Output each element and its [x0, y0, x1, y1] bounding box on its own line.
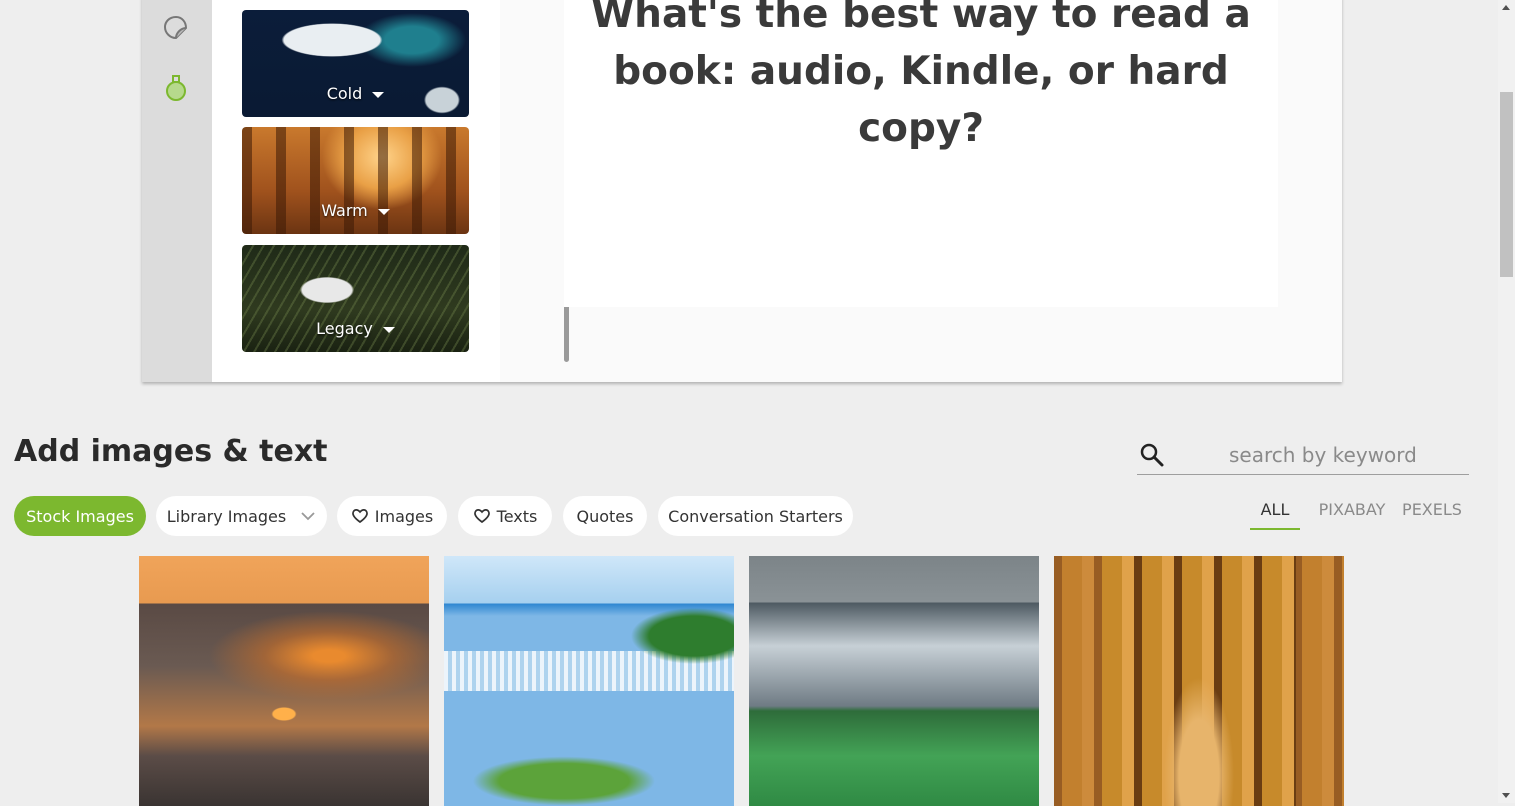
filter-label-warm: Warm — [242, 201, 469, 220]
scroll-up-icon[interactable] — [1502, 5, 1510, 10]
stock-image-autumn-path[interactable] — [1054, 556, 1344, 806]
sticker-icon[interactable] — [162, 14, 190, 42]
chip-stock-images[interactable]: Stock Images — [14, 496, 146, 536]
scrollbar-thumb[interactable] — [1500, 92, 1513, 277]
chip-liked-images[interactable]: Images — [337, 496, 447, 536]
flask-icon[interactable] — [162, 74, 190, 102]
slide-canvas[interactable]: What's the best way to read a book: audi… — [564, 0, 1278, 307]
scroll-down-icon[interactable] — [1502, 793, 1510, 798]
chip-label: Library Images — [166, 506, 287, 526]
chip-label: Conversation Starters — [668, 506, 843, 526]
stock-image-waterfall[interactable] — [444, 556, 734, 806]
caret-down-icon[interactable] — [377, 208, 390, 215]
page-scrollbar[interactable] — [1498, 0, 1515, 803]
filter-label-cold: Cold — [242, 84, 469, 103]
chip-library-images[interactable]: Library Images — [156, 496, 327, 536]
chip-conversation-starters[interactable]: Conversation Starters — [658, 496, 853, 536]
keyword-search — [1137, 436, 1469, 475]
heart-icon — [351, 509, 368, 524]
heart-icon — [473, 509, 490, 524]
filter-name: Legacy — [316, 319, 373, 338]
stock-image-sunset-sea[interactable] — [139, 556, 429, 806]
filter-label-legacy: Legacy — [242, 319, 469, 338]
search-input[interactable] — [1227, 440, 1466, 470]
image-blur-edge — [1296, 556, 1344, 806]
chip-liked-texts[interactable]: Texts — [458, 496, 552, 536]
chip-label: Images — [374, 506, 434, 526]
filter-list: Cold Warm Legacy — [212, 0, 569, 382]
editor-panel: Cold Warm Legacy What's the best way to … — [142, 0, 1342, 382]
filter-card-legacy[interactable]: Legacy — [242, 245, 469, 352]
slide-text[interactable]: What's the best way to read a book: audi… — [564, 0, 1278, 157]
filter-name: Warm — [321, 201, 368, 220]
tab-pexels[interactable]: PEXELS — [1400, 500, 1464, 528]
chip-quotes[interactable]: Quotes — [563, 496, 647, 536]
caret-down-icon[interactable] — [372, 91, 385, 98]
chip-label: Texts — [496, 506, 538, 526]
filter-card-cold[interactable]: Cold — [242, 10, 469, 117]
caret-down-icon[interactable] — [382, 326, 395, 333]
section-title: Add images & text — [14, 434, 328, 469]
stock-image-windmill-field[interactable] — [749, 556, 1039, 806]
chevron-down-icon — [301, 512, 315, 521]
filter-card-warm[interactable]: Warm — [242, 127, 469, 234]
tab-all[interactable]: ALL — [1250, 500, 1300, 530]
chip-label: Stock Images — [26, 506, 134, 526]
tool-rail — [142, 0, 212, 382]
search-icon[interactable] — [1139, 442, 1165, 468]
filter-name: Cold — [326, 84, 363, 103]
image-blur-edge — [1054, 556, 1102, 806]
chip-label: Quotes — [576, 506, 634, 526]
tab-pixabay[interactable]: PIXABAY — [1316, 500, 1388, 528]
